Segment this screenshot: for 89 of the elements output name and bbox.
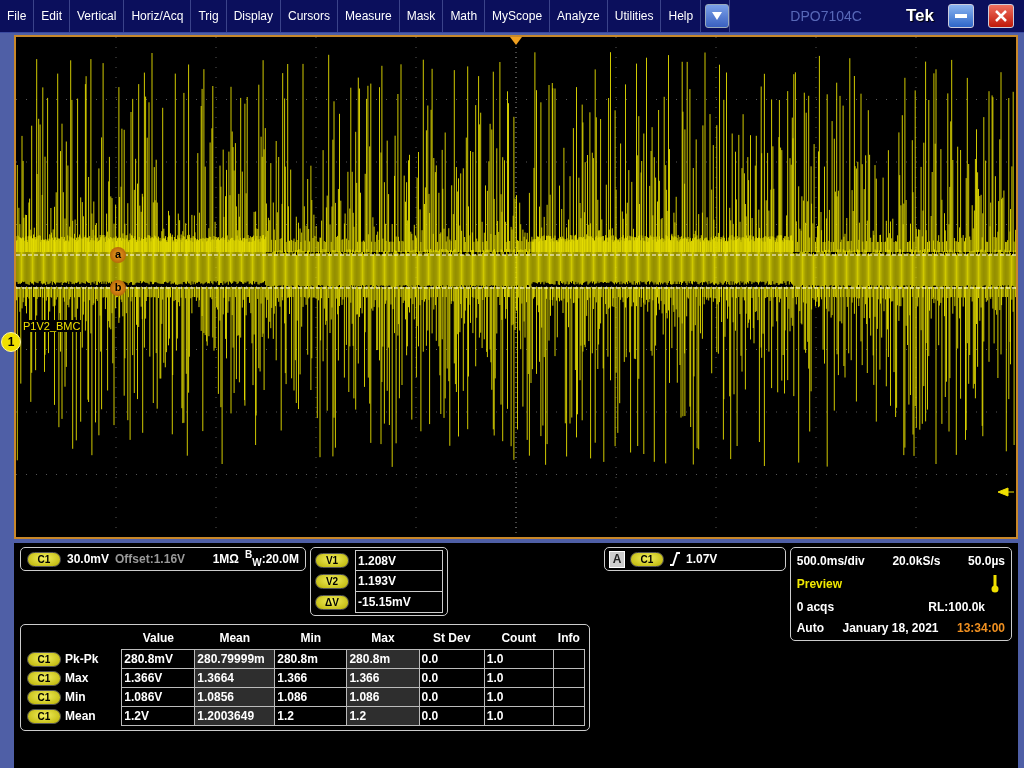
caret-icon <box>712 12 723 20</box>
cursor-value: 1.193V <box>355 571 443 592</box>
table-cell: 1.0 <box>484 668 554 688</box>
acquisition-mode: Preview <box>796 576 843 591</box>
table-cell: 1.086 <box>274 687 347 707</box>
trigger-source: A <box>609 550 625 568</box>
table-cell <box>553 706 585 726</box>
table-cell: 1.366V <box>121 668 195 688</box>
cursor-value: 1.208V <box>355 550 443 571</box>
column-header: Count <box>484 627 554 650</box>
trigger-level: 1.07V <box>686 552 718 566</box>
cursor-value: -15.15mV <box>355 592 443 613</box>
column-header: Mean <box>194 627 275 650</box>
table-cell: 280.8mV <box>121 649 195 669</box>
menu-item[interactable]: Help <box>661 0 702 32</box>
cursor-line[interactable] <box>16 287 1016 289</box>
source-badge[interactable]: C1 <box>27 651 61 667</box>
model-name: DPO7104C <box>790 8 862 24</box>
table-cell <box>553 649 585 669</box>
menu-item[interactable]: MyScope <box>485 0 551 32</box>
table-cell: 0.0 <box>419 706 485 726</box>
rising-edge-icon <box>669 552 681 566</box>
menu-item[interactable]: Display <box>226 0 281 32</box>
table-cell: 1.2 <box>274 706 347 726</box>
menu-item[interactable]: Cursors <box>281 0 338 32</box>
time: 13:34:00 <box>956 620 1005 635</box>
menu-item[interactable]: Horiz/Acq <box>124 0 192 32</box>
record-length: RL:100.0k <box>928 599 985 614</box>
table-cell: 1.086V <box>121 687 195 707</box>
acquisition-count: 0 acqs <box>796 599 835 614</box>
menu-item[interactable]: Trig <box>191 0 227 32</box>
table-cell <box>553 687 585 707</box>
menu-item[interactable]: Utilities <box>607 0 662 32</box>
menu-item[interactable]: File <box>0 0 35 32</box>
cursor-badge: V1 <box>315 553 349 568</box>
cursor-badge: V2 <box>315 574 349 589</box>
channel-marker[interactable]: 1 <box>1 332 21 352</box>
time-scale: 500.0ms/div <box>796 553 865 568</box>
menu-item[interactable]: Vertical <box>70 0 125 32</box>
minimize-button[interactable] <box>948 4 974 28</box>
channel-badge[interactable]: C1 <box>27 551 61 567</box>
trigger-level-marker[interactable] <box>997 487 1015 497</box>
table-cell <box>553 668 585 688</box>
close-button[interactable] <box>988 4 1014 28</box>
sample-rate: 20.0kS/s <box>892 553 941 568</box>
brand-logo: Tek <box>905 6 934 26</box>
measurement-name: Max <box>63 668 122 688</box>
measurement-name: Pk-Pk <box>63 649 122 669</box>
trigger-badge[interactable]: C1 <box>630 551 664 567</box>
horizontal-position: 50.0µs <box>968 553 1005 568</box>
table-cell: 0.0 <box>419 649 485 669</box>
column-header: Info <box>553 627 585 650</box>
date: January 18, 2021 <box>842 620 939 635</box>
menu-item[interactable]: Edit <box>34 0 71 32</box>
table-cell: 1.366 <box>274 668 347 688</box>
menu-item[interactable]: Math <box>443 0 486 32</box>
trigger-position-marker[interactable] <box>510 37 522 45</box>
source-badge[interactable]: C1 <box>27 670 61 686</box>
thermometer-icon <box>991 574 999 593</box>
table-cell: 1.2V <box>121 706 195 726</box>
close-icon <box>995 10 1007 22</box>
table-cell: 1.0 <box>484 706 554 726</box>
table-cell: 0.0 <box>419 668 485 688</box>
menu-item[interactable]: Measure <box>338 0 400 32</box>
table-cell: 280.79999m <box>194 649 275 669</box>
source-badge[interactable]: C1 <box>27 689 61 705</box>
column-header: Value <box>121 627 195 650</box>
impedance-value: 1MΩ <box>212 552 239 566</box>
menu-item[interactable]: Analyze <box>550 0 608 32</box>
table-cell: 1.0 <box>484 649 554 669</box>
column-header: Max <box>346 627 420 650</box>
offset-value: Offset:1.16V <box>115 552 186 566</box>
menu-item[interactable]: Mask <box>399 0 444 32</box>
table-cell: 280.8m <box>274 649 347 669</box>
measurement-name: Mean <box>63 706 122 726</box>
trigger-mode: Auto <box>796 620 825 635</box>
measurement-name: Min <box>63 687 122 707</box>
minimize-icon <box>955 14 967 18</box>
dropdown-button[interactable] <box>705 4 730 28</box>
source-badge[interactable]: C1 <box>27 708 61 724</box>
column-header: Min <box>274 627 347 650</box>
table-cell: 280.8m <box>346 649 420 669</box>
cursor-badge: ΔV <box>315 595 349 610</box>
vertical-scale: 30.0mV <box>67 552 110 566</box>
table-cell: 1.0 <box>484 687 554 707</box>
cursor-line[interactable] <box>16 254 1016 256</box>
column-header: St Dev <box>419 627 485 650</box>
table-cell: 0.0 <box>419 687 485 707</box>
channel-label: P1V2_BMC <box>22 320 82 332</box>
